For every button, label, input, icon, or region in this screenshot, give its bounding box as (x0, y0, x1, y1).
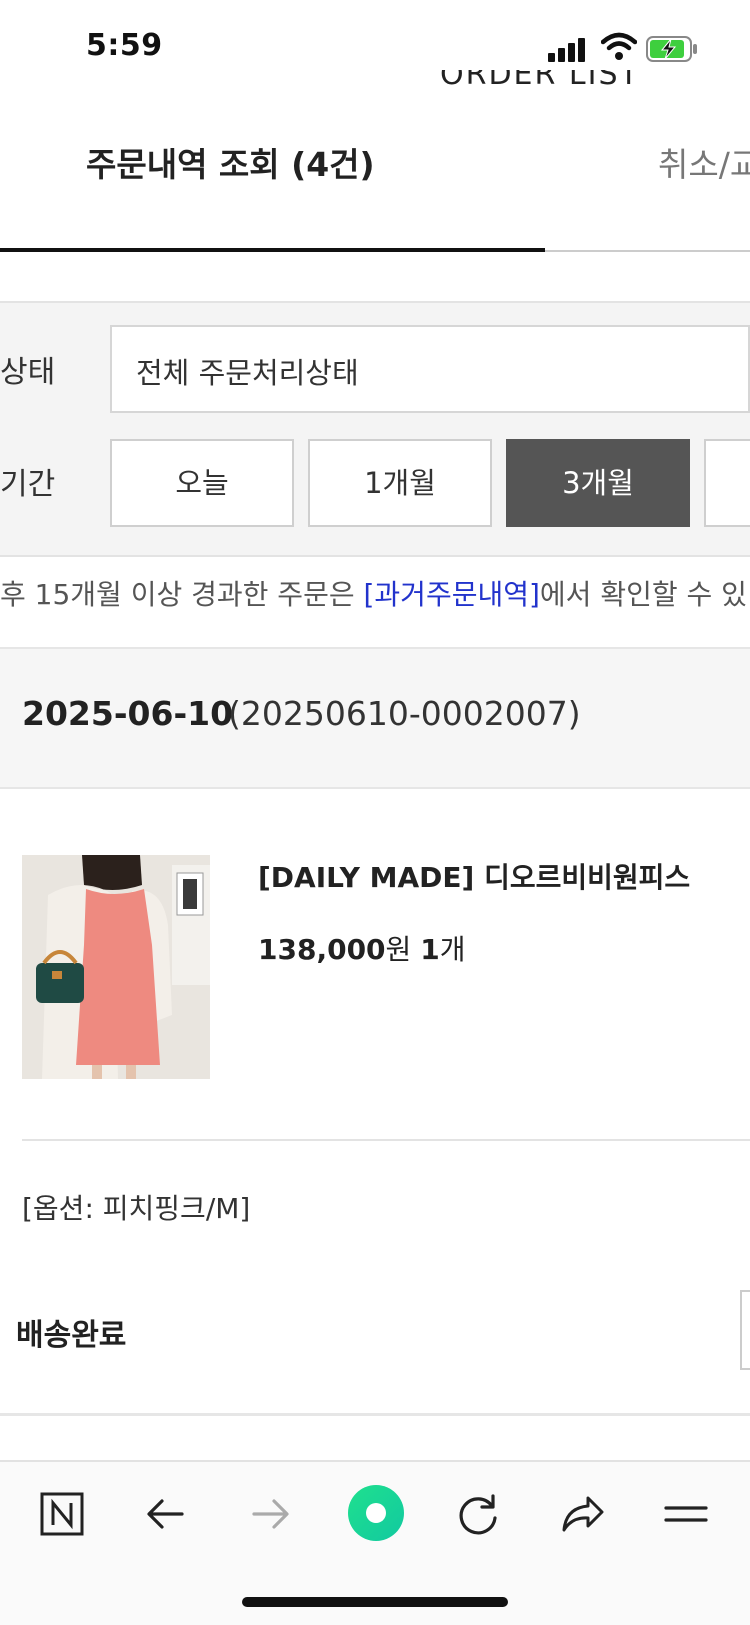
past-orders-link[interactable]: [과거주문내역] (364, 578, 540, 611)
product-name[interactable]: [DAILY MADE] 디오르비비원피스 (258, 856, 690, 896)
delivery-status: 배송완료 (16, 1318, 127, 1353)
notice-suffix: 에서 확인할 수 있 (539, 578, 747, 611)
product-option: [옵션: 피치핑크/M] (22, 1192, 251, 1225)
order-status-select-value: 전체 주문처리상태 (136, 356, 359, 390)
section-divider (0, 1413, 750, 1416)
tab-divider (545, 250, 750, 252)
tab-cancel-exchange[interactable]: 취소/교 (658, 138, 750, 186)
back-arrow-icon[interactable] (136, 1484, 196, 1544)
product-quantity: 1 (420, 933, 440, 966)
quantity-unit: 개 (439, 933, 466, 966)
period-3month-button[interactable]: 3개월 (506, 439, 690, 527)
status-time: 5:59 (86, 28, 163, 63)
divider (22, 1139, 750, 1141)
period-more-button[interactable] (704, 439, 750, 527)
order-action-button[interactable] (740, 1290, 750, 1370)
home-indicator (242, 1597, 508, 1607)
tab-order-history[interactable]: 주문내역 조회 (4건) (86, 138, 375, 186)
product-price-line: 138,000원 1개 (258, 928, 465, 968)
menu-icon[interactable] (656, 1484, 716, 1544)
price-unit: 원 (385, 933, 412, 966)
status-label: 상태 (0, 355, 56, 390)
order-number[interactable]: (20250610-0002007) (228, 694, 581, 733)
product-price: 138,000 (258, 933, 386, 966)
signal-icon (548, 36, 588, 62)
wifi-icon (601, 32, 637, 60)
active-tab-indicator (0, 248, 545, 252)
period-today-button[interactable]: 오늘 (110, 439, 294, 527)
past-order-notice: 후 15개월 이상 경과한 주문은 [과거주문내역]에서 확인할 수 있 (0, 573, 747, 613)
page-title-cut: ORDER LIST (440, 70, 640, 92)
period-1month-button[interactable]: 1개월 (308, 439, 492, 527)
share-icon[interactable] (552, 1484, 612, 1544)
refresh-icon[interactable] (448, 1484, 508, 1544)
period-label: 기간 (0, 467, 56, 502)
order-date: 2025-06-10 (22, 694, 234, 733)
battery-charging-icon (646, 36, 697, 62)
product-thumbnail[interactable] (22, 855, 210, 1079)
green-dot-icon[interactable] (344, 1481, 408, 1545)
naver-home-icon[interactable] (32, 1484, 92, 1544)
forward-arrow-icon[interactable] (240, 1484, 300, 1544)
notice-prefix: 후 15개월 이상 경과한 주문은 (0, 578, 364, 611)
